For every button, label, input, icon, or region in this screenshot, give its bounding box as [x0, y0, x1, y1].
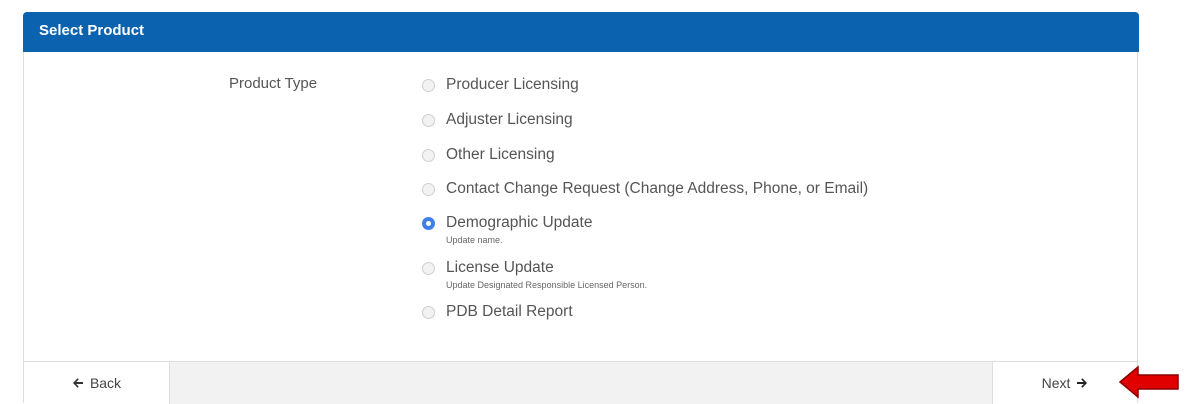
other-licensing-radio[interactable] — [422, 149, 435, 162]
option-label[interactable]: Adjuster Licensing — [446, 111, 573, 129]
arrow-left-icon — [72, 378, 83, 388]
option-label[interactable]: PDB Detail Report — [446, 303, 573, 321]
panel-footer: Back Next — [24, 361, 1137, 404]
panel-header: Select Product — [23, 12, 1139, 52]
demographic-update-radio[interactable] — [422, 217, 435, 230]
select-product-panel: Select Product Product Type Producer Lic… — [23, 12, 1139, 404]
arrow-right-icon — [1077, 378, 1088, 388]
license-update-radio[interactable] — [422, 262, 435, 275]
option-help-text: Update name. — [446, 235, 503, 245]
next-label[interactable]: Next — [1042, 375, 1071, 391]
contact-change-request-radio[interactable] — [422, 183, 435, 196]
back-label[interactable]: Back — [90, 375, 121, 391]
panel-title: Select Product — [39, 22, 145, 39]
pdb-detail-report-radio[interactable] — [422, 306, 435, 319]
option-label[interactable]: Other Licensing — [446, 146, 555, 164]
back-button[interactable]: Back — [24, 362, 170, 404]
option-help-text: Update Designated Responsible Licensed P… — [446, 280, 648, 290]
option-label[interactable]: Contact Change Request (Change Address, … — [446, 180, 868, 198]
option-label[interactable]: Demographic Update — [446, 214, 592, 232]
option-label[interactable]: License Update — [446, 259, 554, 277]
adjuster-licensing-radio[interactable] — [422, 114, 435, 127]
option-label[interactable]: Producer Licensing — [446, 76, 579, 94]
producer-licensing-radio[interactable] — [422, 79, 435, 92]
product-type-label: Product Type — [229, 75, 318, 92]
next-button[interactable]: Next — [992, 362, 1137, 404]
annotation-arrow-icon — [1118, 365, 1179, 399]
